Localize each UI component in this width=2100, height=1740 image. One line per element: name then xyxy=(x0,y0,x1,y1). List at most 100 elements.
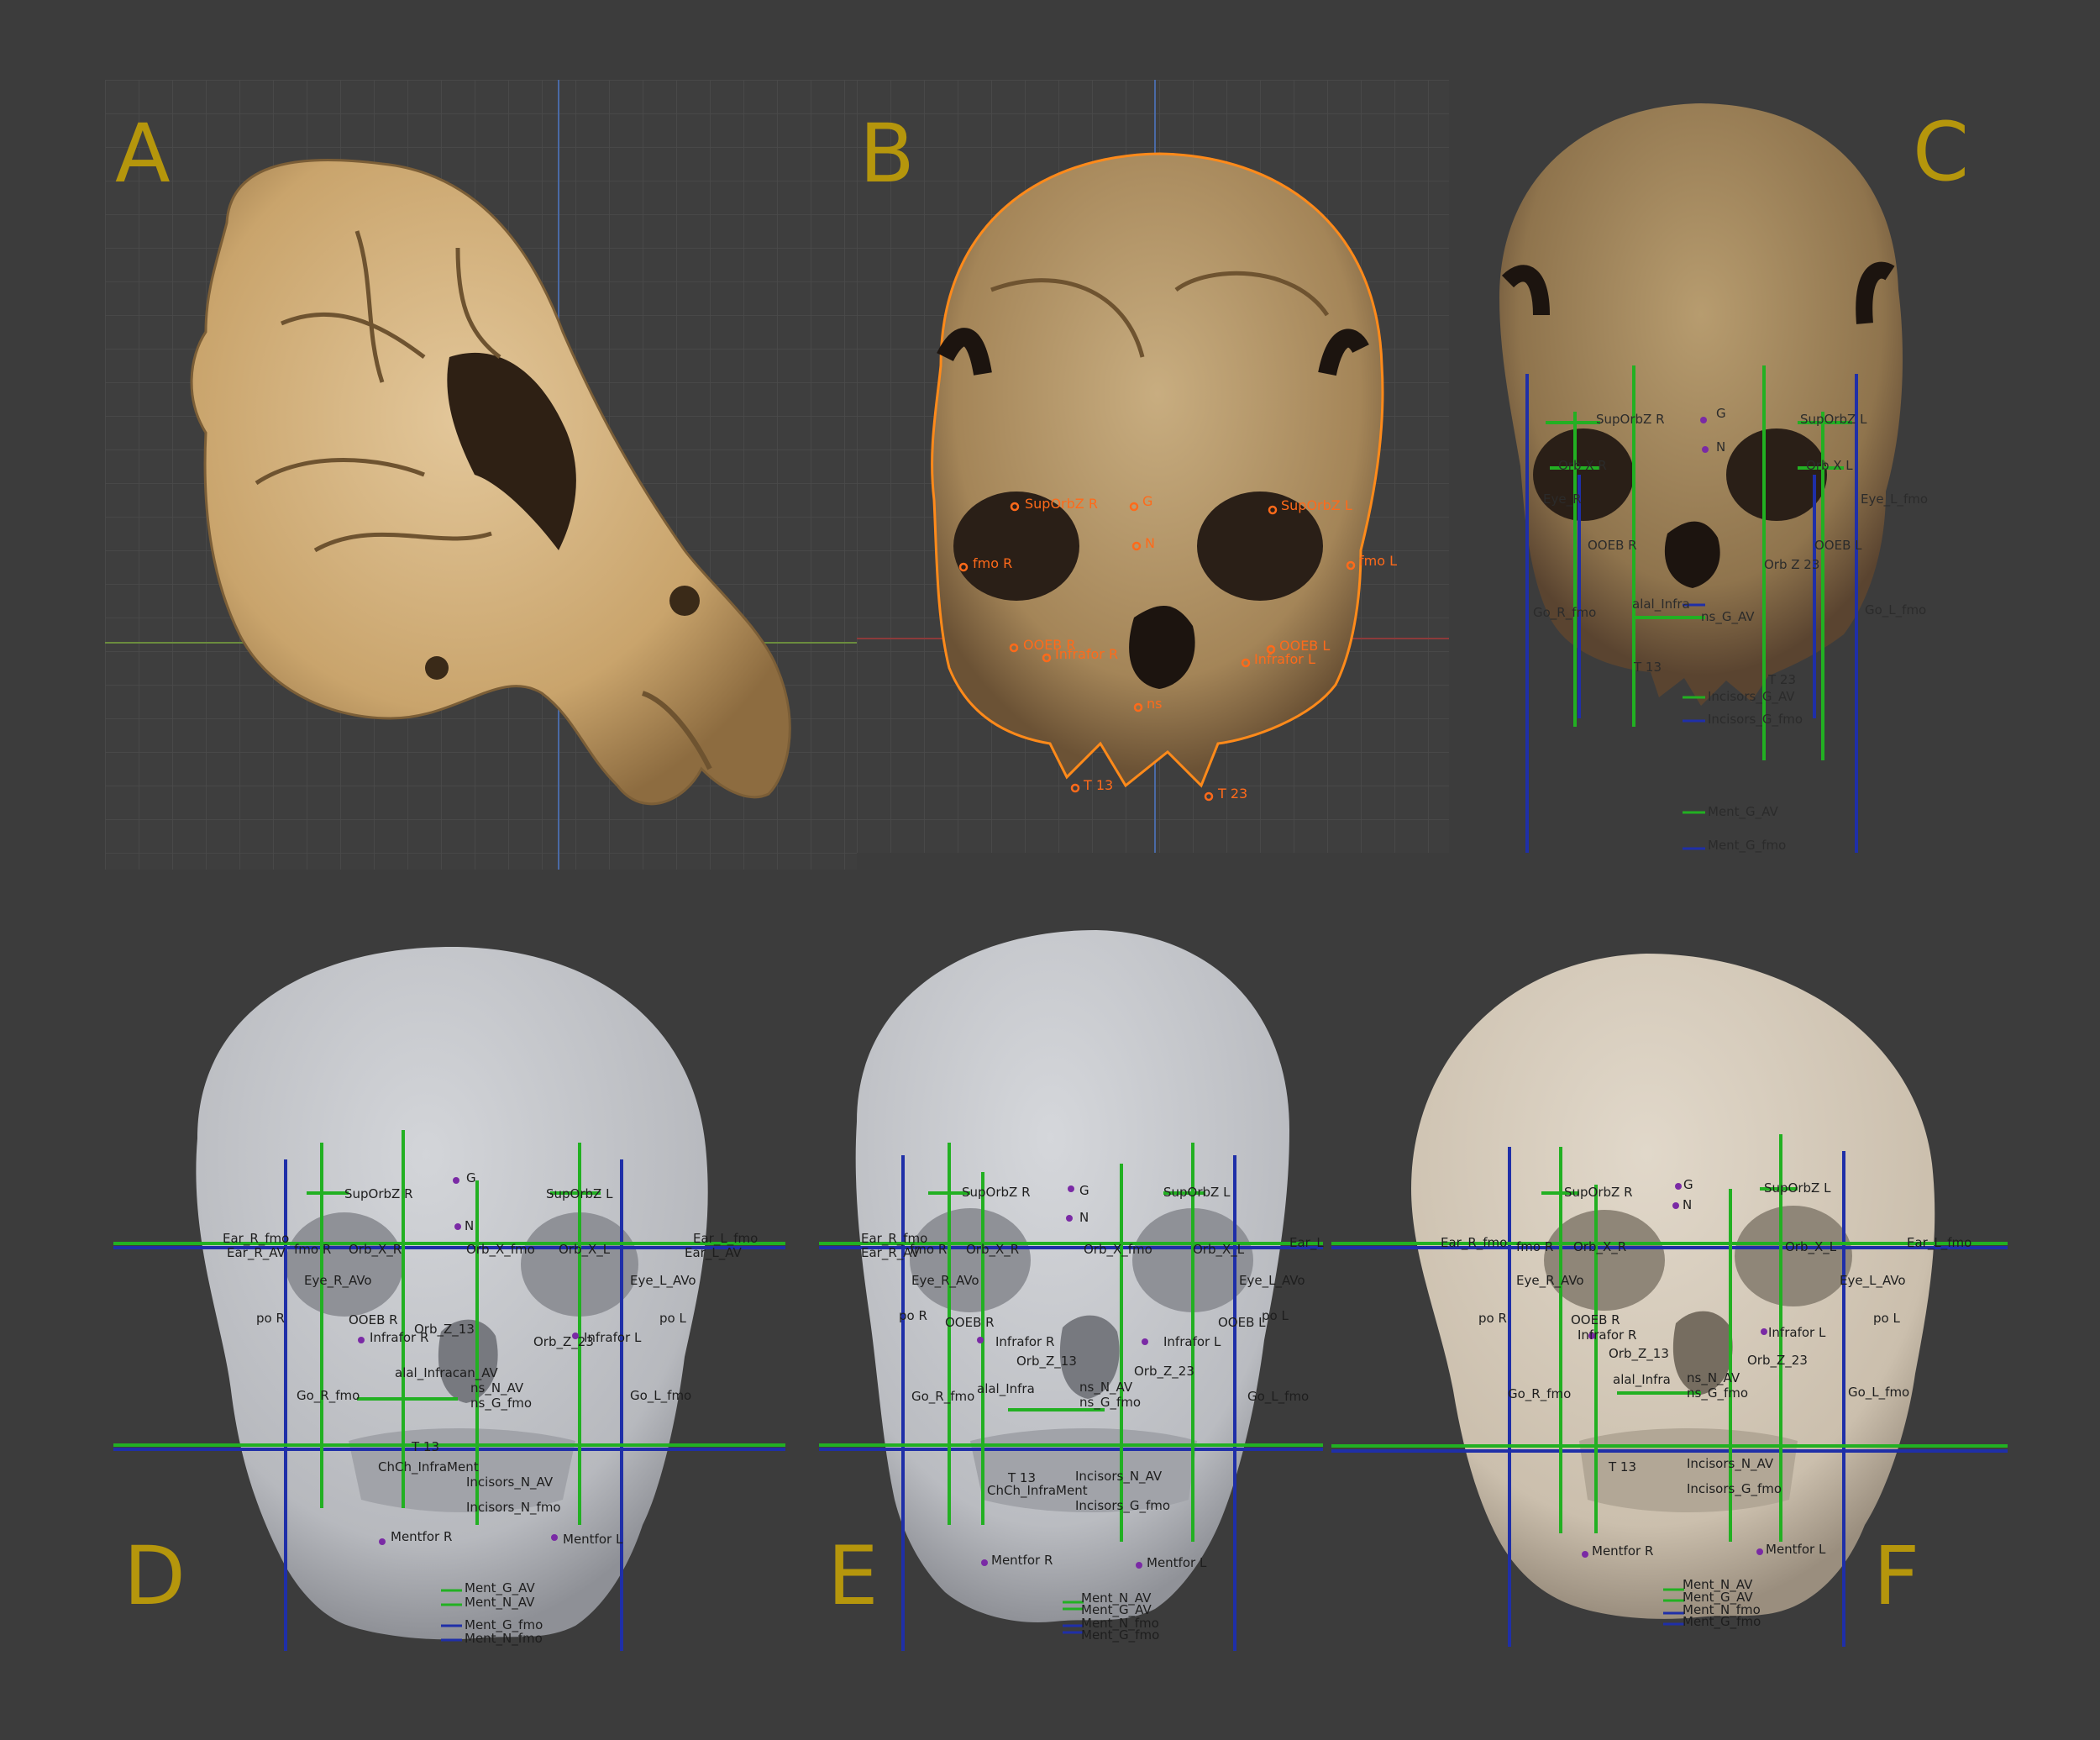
label-n: N xyxy=(465,1218,475,1233)
label-t13: T 13 xyxy=(1609,1459,1637,1475)
skull-frontal-scan xyxy=(931,152,1384,788)
label-ment-g-fmo: Ment_G_fmo xyxy=(1683,1614,1761,1629)
landmark-g: G xyxy=(1142,493,1153,509)
label-n: N xyxy=(1683,1197,1693,1212)
panel-b-viewport xyxy=(857,80,1449,853)
landmark-supOrbZ-L: SupOrbZ L xyxy=(1281,497,1352,513)
label-fmo-R: fmo R xyxy=(1516,1239,1554,1254)
label-supOrbZ-R: SupOrbZ R xyxy=(1564,1185,1633,1200)
label-go-L: Go_L_fmo xyxy=(630,1388,692,1403)
panel-letter-f: F xyxy=(1873,1529,1920,1623)
label-n: N xyxy=(1716,439,1726,455)
label-go-R: Go_R_fmo xyxy=(1508,1386,1572,1401)
label-ns-av: ns_N_AV xyxy=(470,1380,524,1396)
label-orbX-L: Orb_X_L xyxy=(1785,1239,1837,1254)
label-mentfor-L: Mentfor L xyxy=(1766,1542,1826,1557)
label-ooeb-R: OOEB R xyxy=(1571,1312,1620,1327)
label-ooeb-R: OOEB R xyxy=(1588,538,1637,553)
label-chch: ChCh_InfraMent xyxy=(378,1459,479,1475)
label-orbZ23: Orb_Z_23 xyxy=(1747,1353,1808,1368)
label-infrafor-R: Infrafor R xyxy=(995,1334,1055,1349)
landmark-t23: T 23 xyxy=(1218,786,1248,802)
label-orbX-L: Orb_X_L xyxy=(559,1242,611,1257)
landmark-ns: ns xyxy=(1147,696,1163,712)
panel-letter-e: E xyxy=(827,1529,879,1623)
label-ment-av: Ment_G_AV xyxy=(1708,804,1778,819)
label-ooeb-L: OOEB L xyxy=(1814,538,1862,553)
panel-d-viewport xyxy=(113,946,785,1651)
label-supOrbZ-R: SupOrbZ R xyxy=(344,1186,413,1201)
label-ment-g-av: Ment_G_AV xyxy=(465,1580,535,1595)
label-g: G xyxy=(1716,406,1726,421)
label-go-L: Go_L_fmo xyxy=(1848,1385,1910,1400)
label-po-R: po R xyxy=(899,1308,927,1323)
label-incisors-fmo: Incisors_N_fmo xyxy=(466,1500,561,1515)
label-ns-fmo: ns_G_fmo xyxy=(470,1396,533,1411)
panel-letter-b: B xyxy=(859,107,915,201)
label-eye-R: Eye_R_AVo xyxy=(304,1273,372,1288)
label-orbX-R: Orb_X_R xyxy=(1573,1239,1627,1254)
label-po-R: po R xyxy=(1478,1311,1507,1326)
label-ear-L: Ear_L xyxy=(1289,1235,1324,1250)
label-infrafor-R: Infrafor R xyxy=(1578,1327,1637,1343)
label-t23: T 23 xyxy=(1768,672,1797,687)
panel-letter-a: A xyxy=(115,107,171,201)
label-orbX-R: Orb X R xyxy=(1558,458,1607,473)
label-go-R: Go_R_fmo xyxy=(297,1388,360,1403)
label-supOrbZ-R: SupOrbZ R xyxy=(1596,412,1665,427)
label-ear-R: Ear_R_fmo xyxy=(1441,1235,1508,1250)
label-go-L: Go_L_fmo xyxy=(1247,1389,1310,1404)
label-infrafor-L: Infrafor L xyxy=(584,1330,642,1345)
label-supOrbZ-L: SupOrbZ L xyxy=(546,1186,613,1201)
label-ooeb-L: OOEB L xyxy=(1218,1315,1266,1330)
panel-b: SupOrbZ R G SupOrbZ L N fmo R fmo L OOEB… xyxy=(857,80,1449,853)
label-fmo-R: fmo R xyxy=(294,1242,332,1257)
label-po-R: po R xyxy=(256,1311,285,1326)
landmark-infrafor-L: Infrafor L xyxy=(1254,651,1315,667)
label-mentfor-L: Mentfor L xyxy=(563,1532,623,1547)
label-orbZ13: Orb_Z_13 xyxy=(1609,1346,1669,1361)
label-incisors-av: Incisors_N_AV xyxy=(466,1475,554,1490)
landmark-infrafor-R: Infrafor R xyxy=(1055,646,1119,662)
label-po-L: po L xyxy=(1873,1311,1900,1326)
label-incisors-av: Incisors_N_AV xyxy=(1687,1456,1774,1471)
label-ns-av: ns_N_AV xyxy=(1687,1370,1740,1385)
label-orbZ13: Orb_Z_13 xyxy=(414,1322,475,1337)
label-ooeb-R: OOEB R xyxy=(945,1315,995,1330)
label-ment-n-fmo: Ment_N_fmo xyxy=(465,1631,543,1646)
label-eye-R: Eye_R_AVo xyxy=(1516,1273,1584,1288)
label-mentfor-R: Mentfor R xyxy=(391,1529,453,1544)
label-orbX-R: Orb_X_R xyxy=(966,1242,1020,1257)
label-supOrbZ-R: SupOrbZ R xyxy=(962,1185,1031,1200)
label-supOrbZ-L: SupOrbZ L xyxy=(1163,1185,1231,1200)
label-g: G xyxy=(466,1170,476,1185)
panel-f: SupOrbZ R G SupOrbZ L N Ear_R_fmo Ear_L_… xyxy=(1327,920,2016,1676)
panel-c: SupOrbZ R G SupOrbZ L N Orb X R Orb X L … xyxy=(1449,80,1999,853)
label-ooeb-R: OOEB R xyxy=(349,1312,398,1327)
label-ment-fmo: Ment_G_fmo xyxy=(1708,838,1787,853)
label-mentfor-R: Mentfor R xyxy=(991,1553,1053,1568)
label-po-L: po L xyxy=(659,1311,686,1326)
panel-letter-d: D xyxy=(123,1529,186,1623)
label-alal: alal_Infracan_AV xyxy=(395,1365,498,1380)
panel-e-viewport xyxy=(819,930,1323,1651)
panel-d: SupOrbZ R G SupOrbZ L N Ear_R_fmo Ear_R_… xyxy=(105,920,806,1676)
label-ment-g-fmo: Ment_G_fmo xyxy=(1081,1627,1160,1643)
label-mentfor-L: Mentfor L xyxy=(1147,1555,1207,1570)
label-orbX-fmo: Orb_X_fmo xyxy=(466,1242,535,1257)
label-ear-L-fmo: Ear_L_fmo xyxy=(693,1231,759,1246)
label-incisors-fmo: Incisors_G_fmo xyxy=(1075,1498,1171,1513)
label-go-R: Go_R_fmo xyxy=(911,1389,975,1404)
panel-e: SupOrbZ R G SupOrbZ L N Ear_R_fmo Ear_R_… xyxy=(819,920,1324,1676)
label-infrafor-L: Infrafor L xyxy=(1163,1334,1221,1349)
label-fmo-R: fmo R xyxy=(910,1242,948,1257)
label-orbZ: Orb Z 23 xyxy=(1764,557,1820,572)
label-orbX-fmo: Orb_X_fmo xyxy=(1084,1242,1152,1257)
label-go-L: Go_L_fmo xyxy=(1865,602,1927,618)
panel-a: A xyxy=(105,80,857,870)
label-eye-L: Eye_L_fmo xyxy=(1861,492,1929,507)
label-supOrbZ-L: SupOrbZ L xyxy=(1764,1180,1831,1196)
label-incisors-fmo: Incisors_G_fmo xyxy=(1708,712,1803,727)
label-alal: alal_Infra xyxy=(1613,1372,1671,1387)
label-t13: T 13 xyxy=(1634,660,1662,675)
